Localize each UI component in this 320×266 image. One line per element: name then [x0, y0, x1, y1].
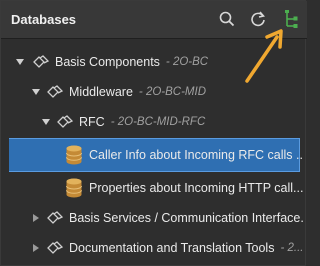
panel-header: Databases — [1, 1, 307, 39]
refresh-icon[interactable] — [248, 9, 268, 29]
tree-row-suffix: - 2... — [280, 242, 303, 254]
tree-row-label: Documentation and Translation Tools — [69, 241, 275, 255]
collapsed-triangle-icon[interactable] — [31, 213, 41, 223]
component-icon — [47, 211, 63, 225]
component-icon — [33, 55, 49, 69]
expanded-triangle-icon[interactable] — [15, 57, 25, 67]
tree-row-documentation-translation[interactable]: Documentation and Translation Tools - 2.… — [9, 233, 303, 263]
search-icon[interactable] — [217, 9, 237, 29]
expanded-triangle-icon[interactable] — [41, 117, 51, 127]
tree-row-properties-http[interactable]: Properties about Incoming HTTP call... — [9, 173, 303, 203]
tree-row-basis-services[interactable]: Basis Services / Communication Interface… — [9, 203, 303, 233]
tree-row-suffix: - 2O-BC-MID-RFC — [110, 116, 206, 128]
tree-row-caller-info-rfc[interactable]: Caller Info about Incoming RFC calls ... — [9, 138, 303, 172]
database-icon — [65, 178, 83, 198]
tree-row-label: Basis Components — [55, 55, 160, 69]
database-icon — [65, 145, 83, 165]
tree-row-label: Properties about Incoming HTTP call... — [89, 181, 303, 195]
tree-row-label: Basis Services / Communication Interface… — [69, 211, 303, 225]
tree-row-label: Caller Info about Incoming RFC calls ... — [89, 148, 303, 162]
tree-row-rfc[interactable]: RFC - 2O-BC-MID-RFC — [9, 107, 299, 137]
tree-link-icon[interactable] — [281, 9, 301, 29]
tree-row-suffix: - 2O-BC-MID — [138, 86, 207, 98]
expanded-triangle-icon[interactable] — [31, 87, 41, 97]
database-tree: Basis Components - 2O-BC Middleware - 2O… — [9, 43, 303, 265]
component-icon — [47, 85, 63, 99]
tree-row-label: RFC — [79, 115, 105, 129]
databases-panel: Databases Basis Components - 2O-BC Middl… — [0, 0, 307, 266]
tree-row-suffix: - 2O-BC — [165, 56, 209, 68]
component-icon — [47, 241, 63, 255]
tree-row-label: Middleware — [69, 85, 133, 99]
panel-title: Databases — [11, 12, 77, 27]
tree-row-middleware[interactable]: Middleware - 2O-BC-MID — [9, 77, 299, 107]
tree-row-basis-components[interactable]: Basis Components - 2O-BC — [9, 47, 299, 77]
component-icon — [57, 115, 73, 129]
collapsed-triangle-icon[interactable] — [31, 243, 41, 253]
